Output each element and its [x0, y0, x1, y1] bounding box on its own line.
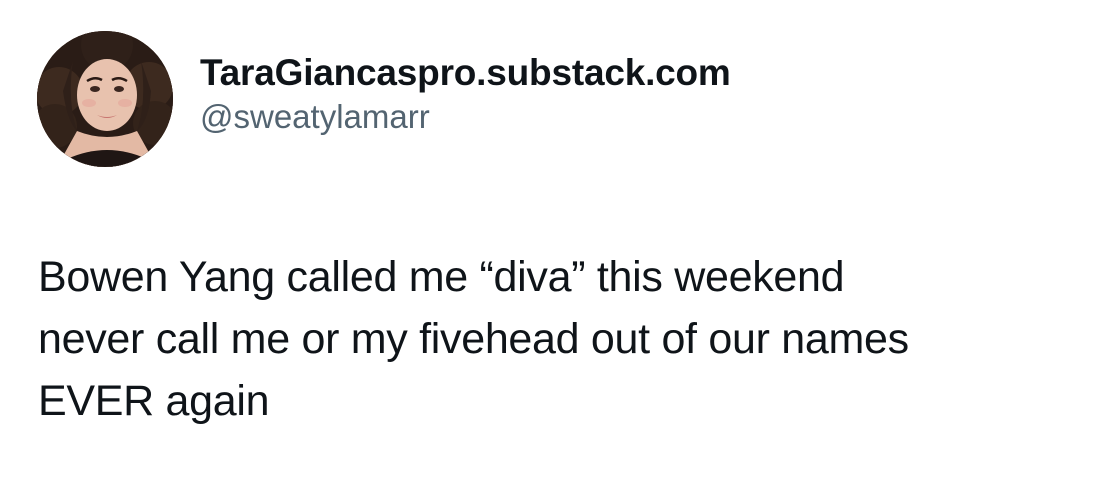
avatar-photo: [37, 31, 173, 167]
author-names: TaraGiancaspro.substack.com @sweatylamar…: [200, 51, 731, 137]
tweet-text-line: Bowen Yang called me “diva” this weekend: [38, 253, 845, 301]
tweet-text: Bowen Yang called me “diva” this weekend…: [38, 246, 1108, 432]
tweet-text-line: EVER again: [38, 377, 270, 425]
author-display-name[interactable]: TaraGiancaspro.substack.com: [200, 51, 731, 95]
tweet-text-line: never call me or my fivehead out of our …: [38, 315, 909, 363]
avatar[interactable]: [37, 31, 173, 167]
tweet-card: TaraGiancaspro.substack.com @sweatylamar…: [0, 0, 1119, 498]
author-handle[interactable]: @sweatylamarr: [200, 97, 731, 137]
tweet-header: TaraGiancaspro.substack.com @sweatylamar…: [37, 30, 731, 168]
